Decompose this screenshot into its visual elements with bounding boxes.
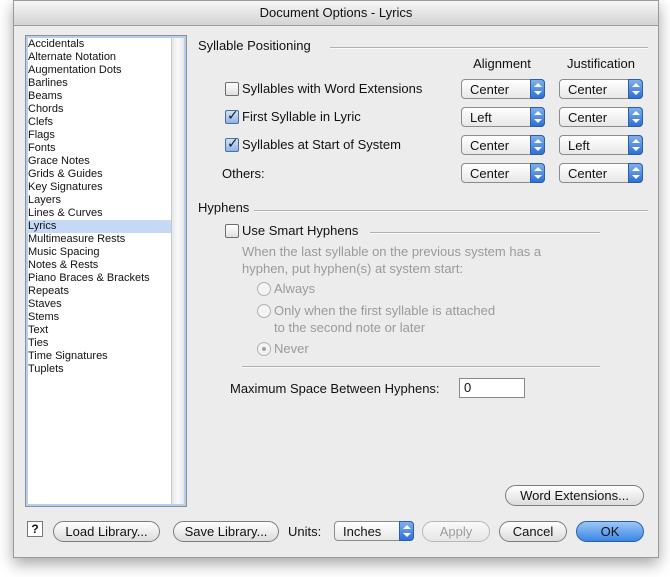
max-space-input[interactable]: 0	[459, 378, 525, 398]
word-extensions-button[interactable]: Word Extensions...	[505, 485, 644, 506]
alignment-popup-word-extensions[interactable]: Center	[461, 79, 545, 99]
document-options-window: Document Options - Lyrics Accidentals Alt…	[13, 0, 659, 558]
max-space-label: Maximum Space Between Hyphens:	[230, 381, 440, 396]
popup-arrows-icon	[530, 135, 545, 155]
alignment-value: Center	[470, 166, 510, 181]
cancel-button[interactable]: Cancel	[499, 521, 567, 542]
hyphen-description-line2: hyphen, put hyphen(s) at system start:	[242, 261, 464, 276]
popup-arrows-icon	[530, 107, 545, 127]
hyphen-options-divider	[242, 366, 600, 368]
category-item[interactable]: Grids & Guides	[26, 168, 172, 181]
first-syllable-checkbox[interactable]: ✓	[225, 107, 239, 124]
popup-arrows-icon	[399, 521, 414, 541]
syllable-section-divider	[330, 47, 648, 49]
popup-arrows-icon	[628, 79, 643, 99]
hyphens-section-divider	[254, 210, 648, 212]
category-item[interactable]: Chords	[26, 103, 172, 116]
hyphen-never-label: Never	[274, 341, 309, 356]
category-item[interactable]: Flags	[26, 129, 172, 142]
hyphen-description-line1: When the last syllable on the previous s…	[242, 244, 542, 259]
category-list-scrollbar[interactable]	[171, 38, 184, 504]
category-list-items: Accidentals Alternate Notation Augmentatio…	[26, 38, 172, 376]
justification-header: Justification	[567, 56, 635, 71]
justification-value: Center	[568, 166, 608, 181]
justification-popup-start-of-system[interactable]: Left	[559, 135, 643, 155]
help-button[interactable]: ?	[27, 521, 43, 537]
window-title: Document Options - Lyrics	[14, 1, 658, 26]
hyphen-only-when-label: Only when the first syllable is attached	[274, 303, 496, 318]
alignment-value: Center	[470, 138, 510, 153]
alignment-popup-others[interactable]: Center	[461, 163, 545, 183]
units-value: Inches	[343, 524, 382, 539]
category-item[interactable]: Beams	[26, 90, 172, 103]
hyphen-only-when-label-line2: to the second note or later	[274, 320, 426, 335]
start-of-system-label: Syllables at Start of System	[242, 137, 401, 152]
category-item[interactable]: Alternate Notation	[26, 51, 172, 64]
category-item[interactable]: Time Signatures	[26, 350, 172, 363]
popup-arrows-icon	[628, 135, 643, 155]
units-label: Units:	[288, 524, 322, 539]
category-item[interactable]: Piano Braces & Brackets	[26, 272, 172, 285]
hyphens-title: Hyphens	[198, 200, 250, 215]
popup-arrows-icon	[530, 163, 545, 183]
hyphen-only-when-radio[interactable]	[257, 304, 271, 318]
first-syllable-label: First Syllable in Lyric	[242, 109, 361, 124]
load-library-button[interactable]: Load Library...	[53, 521, 160, 542]
smart-hyphens-label: Use Smart Hyphens	[242, 223, 359, 238]
alignment-value: Left	[470, 110, 492, 125]
category-item[interactable]: Staves	[26, 298, 172, 311]
category-item[interactable]: Multimeasure Rests	[26, 233, 172, 246]
hyphen-always-label: Always	[274, 281, 316, 296]
category-item[interactable]: Barlines	[26, 77, 172, 90]
alignment-popup-first-syllable[interactable]: Left	[461, 107, 545, 127]
category-item[interactable]: Repeats	[26, 285, 172, 298]
category-item[interactable]: Lyrics	[26, 220, 172, 233]
checkmark-icon: ✓	[227, 107, 239, 123]
category-item[interactable]: Augmentation Dots	[26, 64, 172, 77]
alignment-header: Alignment	[473, 56, 531, 71]
others-label: Others:	[222, 166, 265, 181]
syllables-word-extensions-label: Syllables with Word Extensions	[242, 81, 423, 96]
category-item[interactable]: Grace Notes	[26, 155, 172, 168]
justification-popup-others[interactable]: Center	[559, 163, 643, 183]
alignment-popup-start-of-system[interactable]: Center	[461, 135, 545, 155]
save-library-button[interactable]: Save Library...	[173, 521, 279, 542]
smart-hyphens-divider	[370, 232, 600, 234]
category-item[interactable]: Tuplets	[26, 363, 172, 376]
popup-arrows-icon	[628, 107, 643, 127]
category-item[interactable]: Fonts	[26, 142, 172, 155]
justification-value: Left	[568, 138, 590, 153]
category-item[interactable]: Stems	[26, 311, 172, 324]
justification-value: Center	[568, 82, 608, 97]
start-of-system-checkbox[interactable]: ✓	[225, 135, 239, 152]
checkmark-icon: ✓	[227, 135, 239, 151]
justification-value: Center	[568, 110, 608, 125]
popup-arrows-icon	[628, 163, 643, 183]
category-item[interactable]: Notes & Rests	[26, 259, 172, 272]
hyphen-always-radio[interactable]	[257, 282, 271, 296]
category-item[interactable]: Key Signatures	[26, 181, 172, 194]
category-item[interactable]: Music Spacing	[26, 246, 172, 259]
category-item[interactable]: Layers	[26, 194, 172, 207]
ok-button[interactable]: OK	[576, 521, 644, 542]
popup-arrows-icon	[530, 79, 545, 99]
hyphen-never-radio[interactable]	[257, 342, 271, 356]
category-list[interactable]: Accidentals Alternate Notation Augmentatio…	[25, 35, 187, 507]
category-item[interactable]: Clefs	[26, 116, 172, 129]
syllables-word-extensions-checkbox[interactable]	[225, 82, 239, 96]
category-item[interactable]: Ties	[26, 337, 172, 350]
justification-popup-first-syllable[interactable]: Center	[559, 107, 643, 127]
smart-hyphens-checkbox[interactable]	[225, 224, 239, 238]
alignment-value: Center	[470, 82, 510, 97]
units-popup[interactable]: Inches	[334, 521, 414, 541]
syllable-positioning-title: Syllable Positioning	[198, 38, 311, 53]
category-item[interactable]: Lines & Curves	[26, 207, 172, 220]
justification-popup-word-extensions[interactable]: Center	[559, 79, 643, 99]
apply-button[interactable]: Apply	[422, 521, 490, 542]
category-item[interactable]: Text	[26, 324, 172, 337]
category-item[interactable]: Accidentals	[26, 38, 172, 51]
